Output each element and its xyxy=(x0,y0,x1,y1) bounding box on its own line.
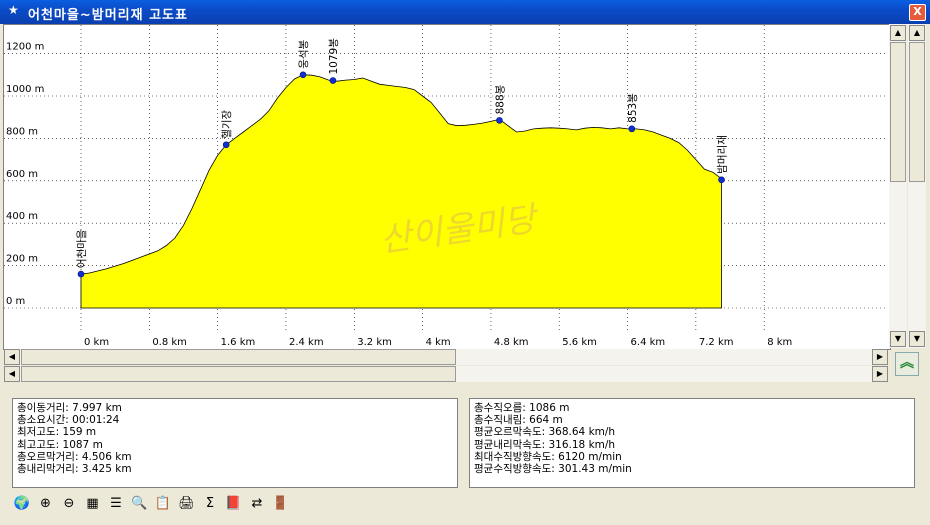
find-icon[interactable]: 🔍 xyxy=(130,493,150,513)
stat-max-vertical-speed: 최대수직방향속도: 6120 m/min xyxy=(474,450,622,463)
stat-avg-downhill-speed: 평균내리막속도: 316.18 km/h xyxy=(474,438,616,451)
x-tick-label: 5.6 km xyxy=(562,337,597,347)
list-icon[interactable]: ☰ xyxy=(106,493,126,513)
scroll-up-button-2[interactable]: ▲ xyxy=(909,25,925,41)
x-tick-label: 2.4 km xyxy=(289,337,324,347)
zoom-out-icon[interactable]: ⊖ xyxy=(59,493,79,513)
stat-max-elevation: 최고고도: 1087 m xyxy=(17,438,103,451)
elevation-chart: 0 m 200 m 400 m 600 m 800 m 1000 m 1200 m 0 km 0… xyxy=(3,24,891,350)
x-tick-label: 3.2 km xyxy=(357,337,392,347)
waypoint-label: 어천마을 xyxy=(76,229,88,268)
scroll-up-button-1[interactable]: ▲ xyxy=(890,25,906,41)
waypoint-marker[interactable] xyxy=(329,77,337,84)
window-title: 어천마을~밤머리재 고도표 xyxy=(28,8,188,23)
collapse-chevron-button[interactable]: ︽ xyxy=(895,352,919,376)
stat-total-distance: 총이동거리: 7.997 km xyxy=(17,402,122,414)
x-tick-label: 0 km xyxy=(84,337,109,347)
scroll-left-button-1[interactable]: ◀ xyxy=(4,349,20,365)
waypoint-label: 헬기장 xyxy=(221,109,233,138)
book-icon[interactable]: 📕 xyxy=(224,493,244,513)
elevation-area xyxy=(80,74,722,309)
elevation-chart-svg: 0 m 200 m 400 m 600 m 800 m 1000 m 1200 m 0 km 0… xyxy=(4,25,888,348)
title-bar: ★ 어천마을~밤머리재 고도표 X xyxy=(0,0,930,24)
hscroll-thumb-2[interactable] xyxy=(21,366,456,382)
swap-icon[interactable]: ⇄ xyxy=(247,493,267,513)
y-tick-label: 800 m xyxy=(6,126,38,137)
scroll-thumb-2[interactable] xyxy=(909,42,925,182)
scroll-right-button-1[interactable]: ▶ xyxy=(872,349,888,365)
y-tick-label: 400 m xyxy=(6,211,38,222)
notes-icon[interactable]: 📋 xyxy=(153,493,173,513)
scroll-right-button-2[interactable]: ▶ xyxy=(872,366,888,382)
scroll-left-button-2[interactable]: ◀ xyxy=(4,366,20,382)
zoom-in-icon[interactable]: ⊕ xyxy=(36,493,56,513)
stat-total-ascent: 총수직오름: 1086 m xyxy=(474,402,570,414)
app-icon: ★ xyxy=(8,3,19,17)
stat-min-elevation: 최저고도: 159 m xyxy=(17,426,97,439)
stat-total-time: 총소요시간: 00:01:24 xyxy=(17,414,120,427)
x-tick-label: 6.4 km xyxy=(631,337,666,347)
hscroll-thumb-1[interactable] xyxy=(21,349,456,365)
x-tick-label: 4 km xyxy=(426,337,451,347)
waypoint-label: 밤머리재 xyxy=(717,135,729,174)
horizontal-scrollbar-2[interactable]: ◀ ▶ xyxy=(4,366,888,382)
vertical-scrollbar-1[interactable]: ▲ ▼ xyxy=(889,24,907,348)
x-tick-label: 8 km xyxy=(767,337,792,347)
waypoint-marker[interactable] xyxy=(628,125,636,133)
stat-total-descent: 총수직내림: 664 m xyxy=(474,414,563,427)
stat-avg-uphill-speed: 평균오르막속도: 368.64 km/h xyxy=(474,426,616,439)
scroll-thumb-1[interactable] xyxy=(890,42,906,182)
waypoint-label: 853봉 xyxy=(627,93,639,123)
sigma-icon[interactable]: Σ xyxy=(200,493,220,513)
y-tick-label: 200 m xyxy=(6,254,38,265)
exit-icon[interactable]: 🚪 xyxy=(271,493,291,513)
x-tick-label: 7.2 km xyxy=(699,337,734,347)
vertical-scrollbar-2[interactable]: ▲ ▼ xyxy=(908,24,926,348)
waypoint-label: 888봉 xyxy=(494,84,506,114)
waypoint-marker[interactable] xyxy=(222,141,230,149)
horizontal-scrollbar-1[interactable]: ◀ ▶ xyxy=(4,349,888,365)
waypoint-label: 1079봉 xyxy=(328,38,340,75)
x-tick-label: 1.6 km xyxy=(221,337,256,347)
close-button[interactable]: X xyxy=(909,4,926,21)
print-icon[interactable]: 🖨 xyxy=(177,493,197,513)
y-tick-label: 600 m xyxy=(6,169,38,180)
scroll-down-button-1[interactable]: ▼ xyxy=(890,331,906,347)
stats-panel-left: 총이동거리: 7.997 km 총소요시간: 00:01:24 최저고도: 15… xyxy=(12,398,458,488)
y-tick-label: 1200 m xyxy=(6,42,44,53)
x-tick-label: 0.8 km xyxy=(152,337,187,347)
x-tick-label: 4.8 km xyxy=(494,337,529,347)
waypoint-marker[interactable] xyxy=(496,117,503,124)
globe-icon[interactable]: 🌍 xyxy=(12,493,32,513)
y-tick-label: 1000 m xyxy=(6,84,44,95)
waypoint-marker[interactable] xyxy=(718,176,725,184)
stat-avg-vertical-speed: 평균수직방향속도: 301.43 m/min xyxy=(474,463,632,476)
waypoint-marker[interactable] xyxy=(299,71,307,79)
grid-icon[interactable]: ▦ xyxy=(83,493,103,513)
stat-uphill-distance: 총오르막거리: 4.506 km xyxy=(17,450,132,463)
waypoint-marker[interactable] xyxy=(77,270,85,278)
stat-downhill-distance: 총내리막거리: 3.425 km xyxy=(17,463,132,476)
y-tick-label: 0 m xyxy=(6,296,25,307)
scroll-down-button-2[interactable]: ▼ xyxy=(909,331,925,347)
waypoint-label: 웅석봉 xyxy=(298,39,310,68)
stats-panel-right: 총수직오름: 1086 m 총수직내림: 664 m 평균오르막속도: 368.… xyxy=(469,398,915,488)
